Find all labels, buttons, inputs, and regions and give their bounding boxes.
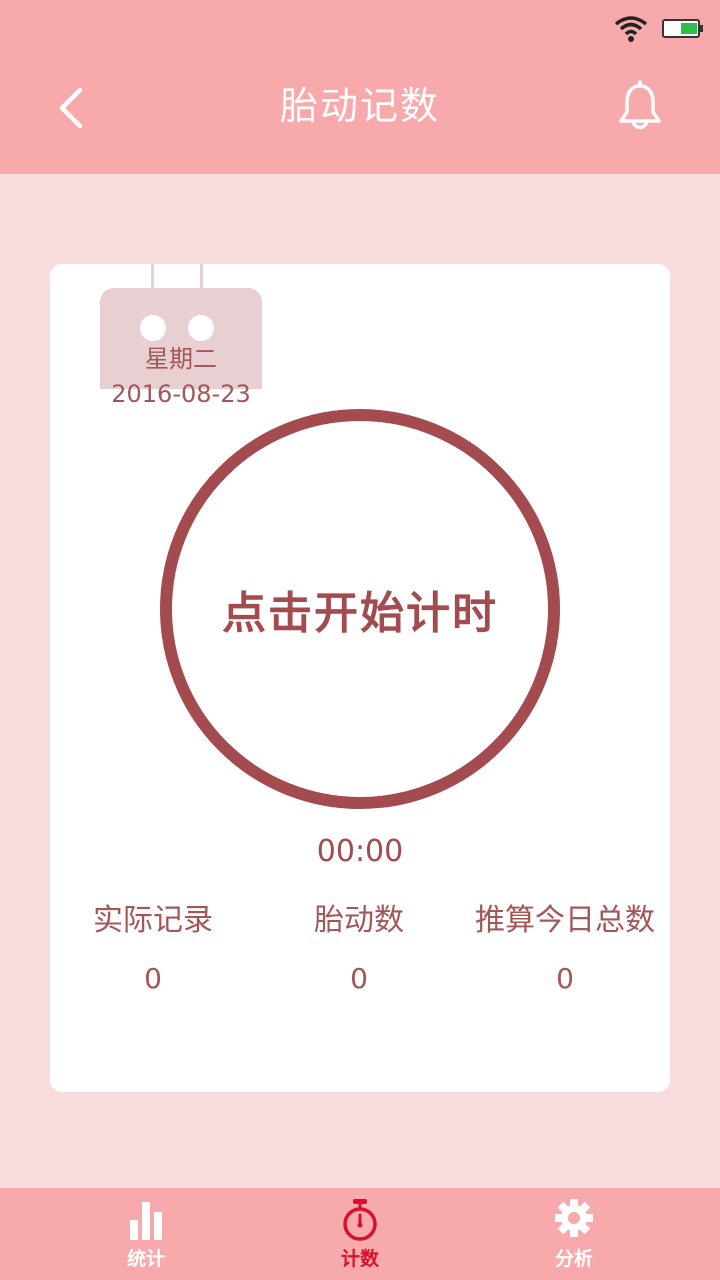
stopwatch-icon	[343, 1199, 377, 1241]
counter-card: 星期二 2016-08-23 点击开始计时 00:00 实际记录 0 胎动数 0…	[50, 264, 670, 1092]
stat-label: 推算今日总数	[475, 903, 655, 938]
back-button[interactable]	[50, 84, 94, 132]
tab-label: 计数	[340, 1248, 379, 1270]
tab-statistics[interactable]: 统计	[26, 1188, 266, 1280]
bar-chart-icon	[130, 1202, 162, 1240]
status-bar	[0, 0, 720, 56]
start-timer-label: 点击开始计时	[222, 588, 498, 639]
stat-label: 胎动数	[314, 903, 404, 938]
tab-counter[interactable]: 计数	[240, 1188, 480, 1280]
date-calendar: 星期二 2016-08-23	[100, 288, 262, 408]
stat-actual-records: 实际记录 0	[50, 896, 256, 1004]
elapsed-time: 00:00	[316, 834, 404, 869]
wifi-icon	[614, 16, 648, 42]
stat-value: 0	[144, 962, 162, 995]
stat-value: 0	[556, 962, 574, 995]
stat-label: 实际记录	[93, 903, 213, 938]
tab-label: 分析	[554, 1248, 593, 1270]
bottom-tab-bar: 统计 计数 分析	[0, 1188, 720, 1280]
page-title: 胎动记数	[279, 84, 440, 128]
app-header: 胎动记数	[0, 0, 720, 174]
start-timer-button[interactable]: 点击开始计时	[160, 409, 560, 809]
calendar-ring	[188, 315, 214, 341]
bell-icon[interactable]	[614, 80, 666, 132]
stat-estimated-total: 推算今日总数 0	[462, 896, 668, 1004]
battery-icon	[662, 19, 703, 38]
tab-label: 统计	[126, 1248, 165, 1270]
calendar-weekday: 星期二	[145, 345, 217, 373]
calendar-ring	[140, 315, 166, 341]
tab-analysis[interactable]: 分析	[454, 1188, 694, 1280]
gear-icon	[555, 1199, 593, 1237]
stat-movement-count: 胎动数 0	[256, 896, 462, 1004]
stat-value: 0	[350, 962, 368, 995]
calendar-date: 2016-08-23	[111, 380, 251, 408]
